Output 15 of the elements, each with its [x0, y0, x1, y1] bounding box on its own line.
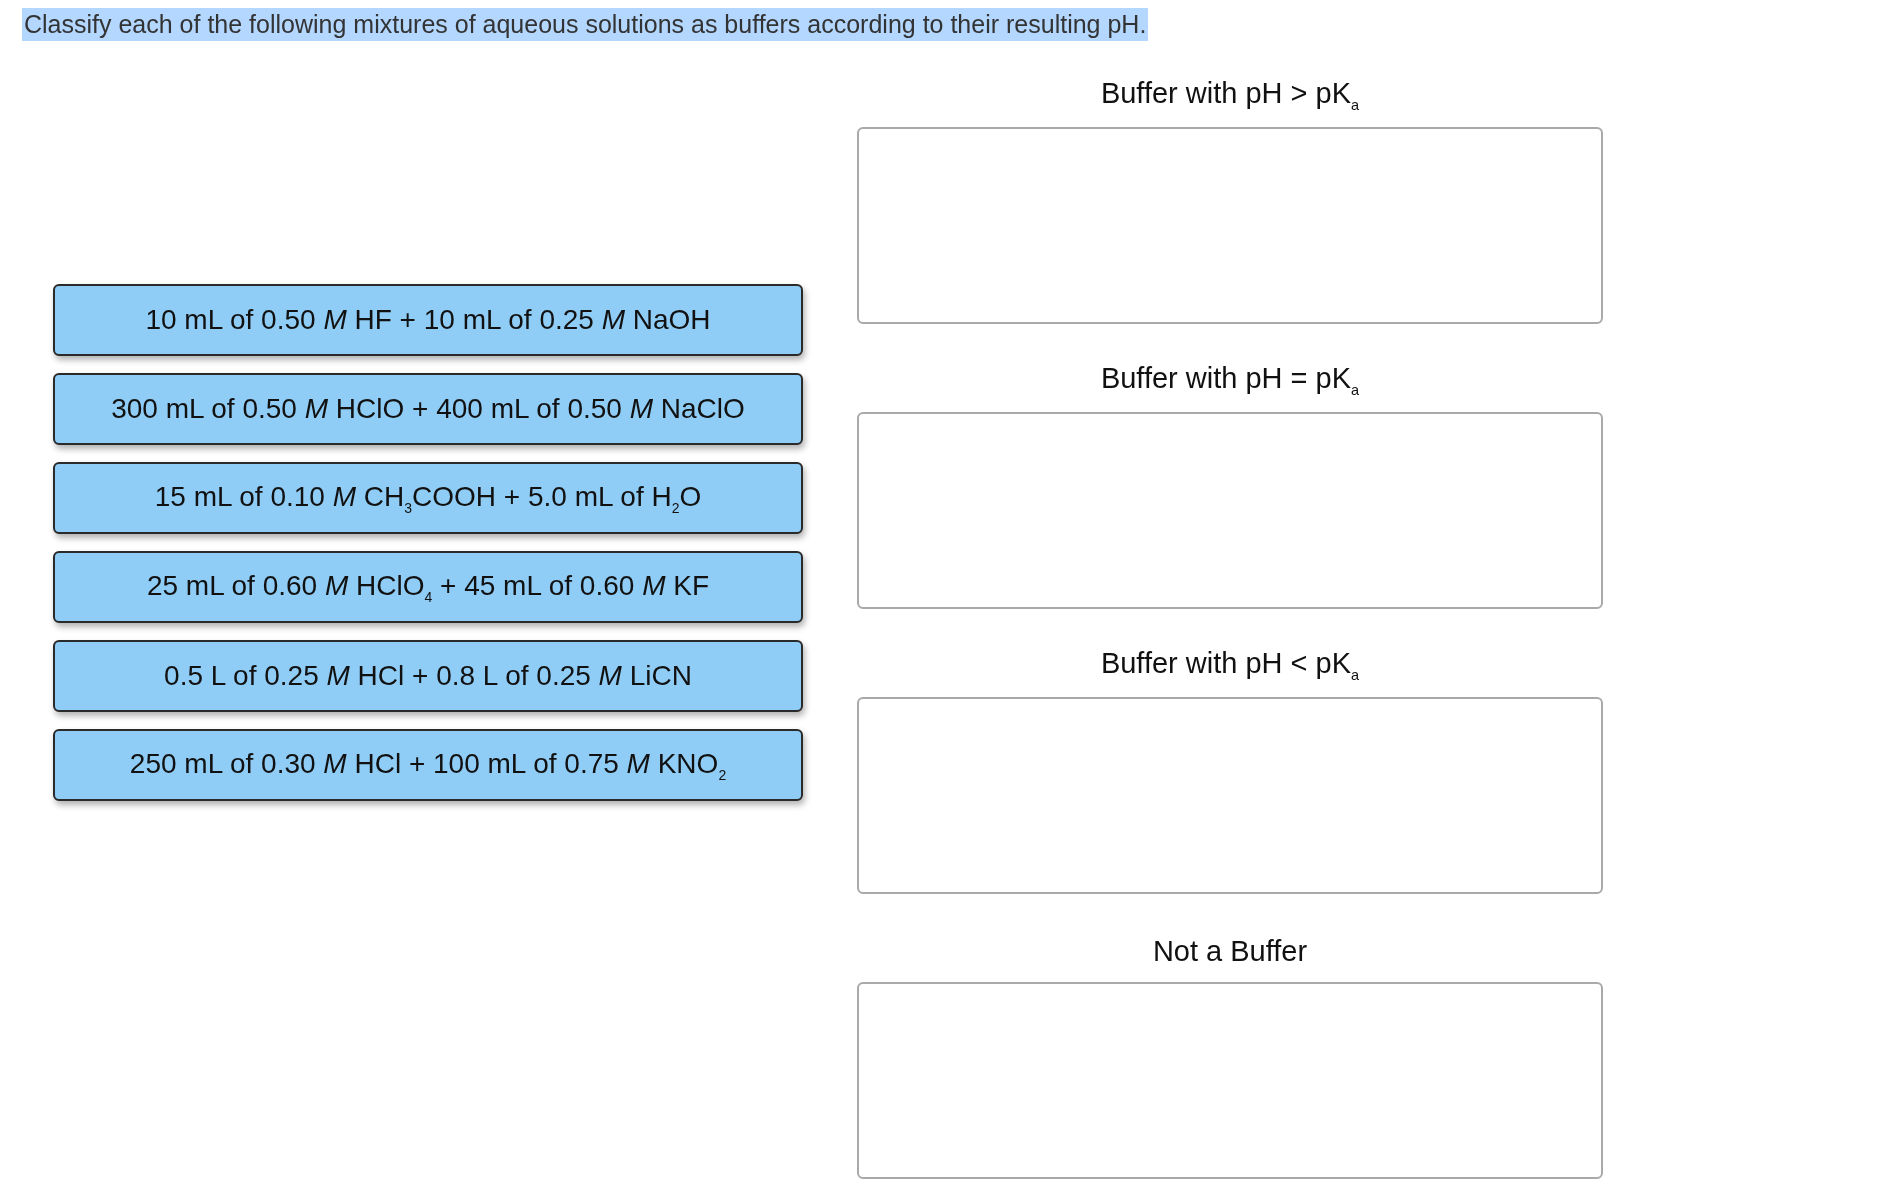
drop-zone[interactable]	[857, 412, 1603, 609]
category-label: Not a Buffer	[1152, 934, 1308, 969]
draggable-answer-card[interactable]: 15 mL of 0.10 M CH$_{3}$COOH + 5.0 mL of H$_{2}$O	[53, 462, 803, 534]
category-label: Buffer with pH > pK$_{a}$	[1100, 76, 1360, 115]
drop-zone[interactable]	[857, 127, 1603, 324]
draggable-answer-card[interactable]: 10 mL of 0.50 M HF + 10 mL of 0.25 M NaOH	[53, 284, 803, 356]
category-label: Buffer with pH = pK$_{a}$	[1100, 361, 1360, 400]
draggable-answer-card[interactable]: 0.5 L of 0.25 M HCl + 0.8 L of 0.25 M LiCN	[53, 640, 803, 712]
instruction-text: Classify each of the following mixtures of aqueous solutions as buffers according to their resulting pH.	[22, 8, 1149, 41]
drop-zone[interactable]	[857, 982, 1603, 1179]
drop-zone[interactable]	[857, 697, 1603, 894]
draggable-answer-card[interactable]: 25 mL of 0.60 M HClO$_{4}$ + 45 mL of 0.60 M KF	[53, 551, 803, 623]
draggable-answer-card[interactable]: 250 mL of 0.30 M HCl + 100 mL of 0.75 M KNO$_{2}$	[53, 729, 803, 801]
draggable-answer-card[interactable]: 300 mL of 0.50 M HClO + 400 mL of 0.50 M NaClO	[53, 373, 803, 445]
category-label: Buffer with pH < pK$_{a}$	[1100, 646, 1360, 685]
